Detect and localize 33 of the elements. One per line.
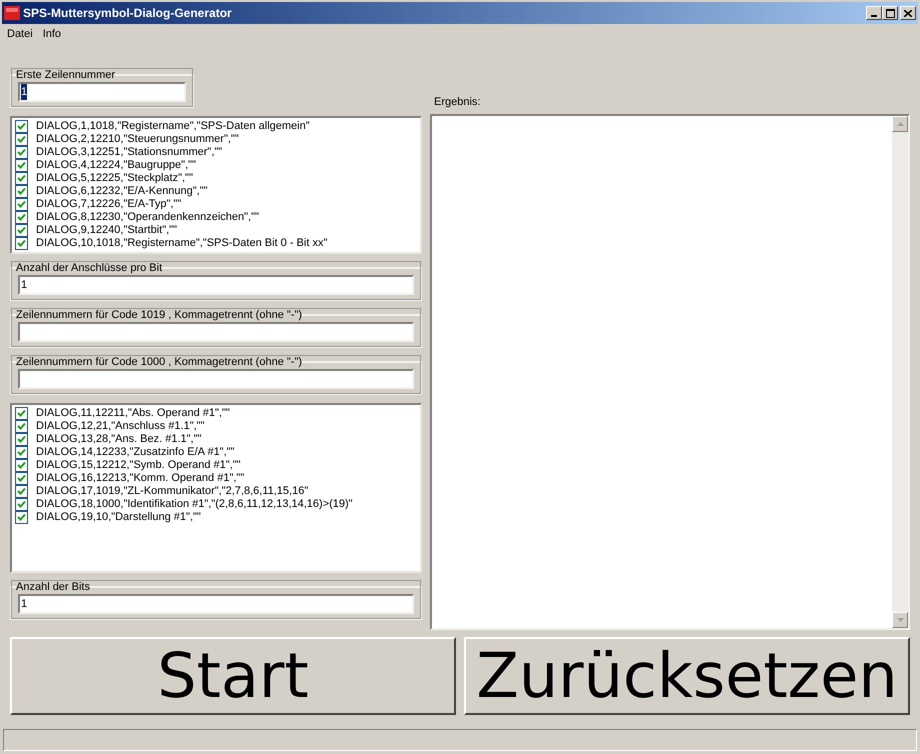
result-label: Ergebnis: — [434, 95, 482, 110]
list-item[interactable]: DIALOG,7,12226,"E/A-Typ","" — [36, 198, 182, 211]
list-item[interactable]: DIALOG,13,28,"Ans. Bez. #1.1","" — [36, 433, 202, 446]
list-item[interactable]: DIALOG,12,21,"Anschluss #1.1","" — [36, 420, 204, 433]
input-field[interactable]: 1 — [18, 82, 186, 102]
list-item[interactable]: DIALOG,18,1000,"Identifikation #1","(2,8,6,11,12,13,14,16)>(19)" — [36, 498, 353, 511]
list-item[interactable]: DIALOG,6,12232,"E/A-Kennung","" — [36, 185, 208, 198]
list-item[interactable]: DIALOG,19,10,"Darstellung #1","" — [36, 511, 201, 524]
group-label: Anzahl der Anschlüsse pro Bit — [16, 262, 162, 274]
list-item[interactable]: DIALOG,17,1019,"ZL-Kommunikator","2,7,8,6,11,15,16" — [36, 485, 308, 498]
group-label: Zeilennummern für Code 1000 , Kommagetrennt (ohne "-") — [16, 356, 302, 368]
list-item[interactable]: DIALOG,8,12230,"Operandenkennzeichen","" — [36, 211, 259, 224]
input-field[interactable]: 1 — [18, 275, 414, 295]
list-item[interactable]: DIALOG,2,12210,"Steuerungsnummer","" — [36, 133, 239, 146]
group-label: Anzahl der Bits — [16, 581, 90, 593]
group-label: Erste Zeilennummer — [16, 69, 116, 81]
list-item[interactable]: DIALOG,9,12240,"Startbit","" — [36, 224, 177, 237]
list-item[interactable]: DIALOG,5,12225,"Steckplatz","" — [36, 172, 193, 185]
menu-item[interactable]: Info — [38, 26, 66, 42]
list-item[interactable]: DIALOG,16,12213,"Komm. Operand #1","" — [36, 472, 244, 485]
window-title: SPS-Muttersymbol-Dialog-Generator — [23, 5, 232, 22]
list-item[interactable]: DIALOG,15,12212,"Symb. Operand #1","" — [36, 459, 241, 472]
list-item[interactable]: DIALOG,3,12251,"Stationsnummer","" — [36, 146, 222, 159]
list-item[interactable]: DIALOG,10,1018,"Registername","SPS-Daten Bit 0 - Bit xx" — [36, 237, 328, 250]
list-item[interactable]: DIALOG,14,12233,"Zusatzinfo E/A #1","" — [36, 446, 234, 459]
list-item[interactable]: DIALOG,4,12224,"Baugruppe","" — [36, 159, 196, 172]
group-label: Zeilennummern für Code 1019 , Kommagetrennt (ohne "-") — [16, 309, 302, 321]
input-field[interactable]: 1 — [18, 594, 414, 614]
reset-button[interactable]: Zurücksetzen — [464, 637, 910, 715]
start-button[interactable]: Start — [10, 637, 456, 715]
list-item[interactable]: DIALOG,1,1018,"Registername","SPS-Daten allgemein" — [36, 120, 310, 133]
menu-item[interactable]: Datei — [2, 26, 38, 42]
list-item[interactable]: DIALOG,11,12211,"Abs. Operand #1","" — [36, 407, 230, 420]
